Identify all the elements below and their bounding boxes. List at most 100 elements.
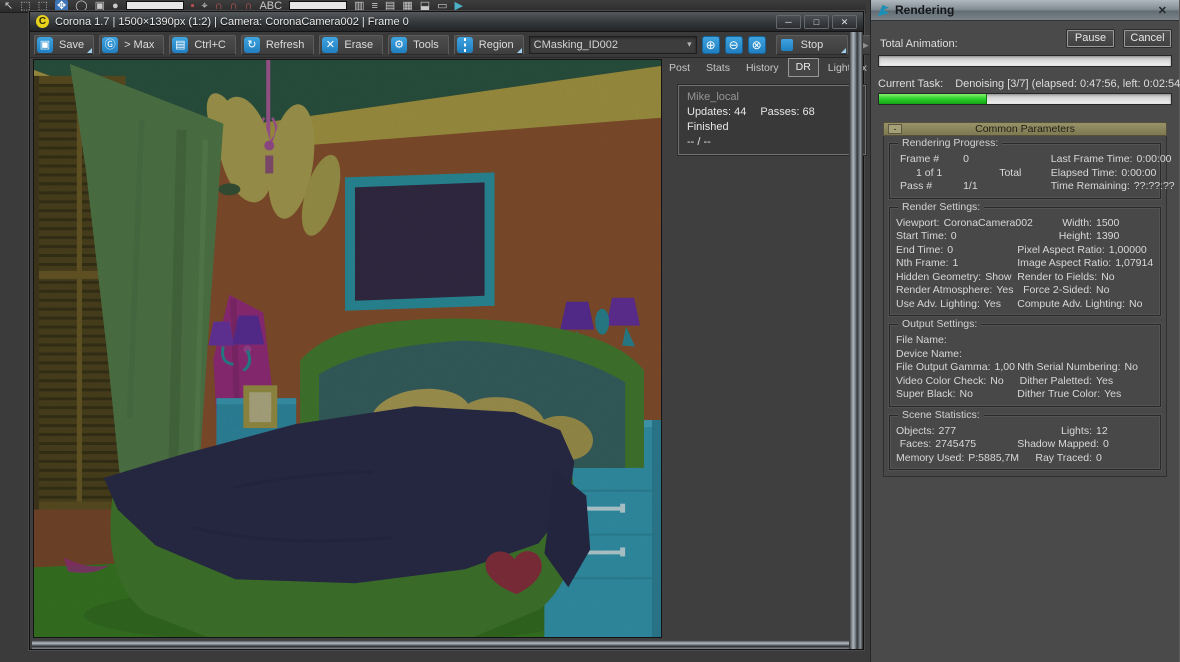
layer-manager-icon[interactable]: ▤ bbox=[385, 0, 395, 12]
end-time-value: 0 bbox=[947, 243, 954, 256]
lasso-select-icon[interactable]: ⬚ bbox=[38, 0, 48, 12]
render-atmosphere-label: Render Atmosphere: bbox=[896, 284, 993, 296]
current-task-label: Current Task: bbox=[878, 78, 944, 90]
close-button[interactable]: ✕ bbox=[832, 14, 857, 29]
render-to-fields-label: Render to Fields: bbox=[1017, 270, 1098, 283]
save-button[interactable]: ▣ Save bbox=[34, 34, 95, 55]
lights-label: Lights: bbox=[1061, 424, 1092, 437]
use-adv-lighting-label: Use Adv. Lighting: bbox=[896, 297, 980, 310]
dither-paletted-label: Dither Paletted: bbox=[1019, 374, 1092, 387]
to-max-label: > Max bbox=[124, 38, 155, 51]
angle-snap-icon[interactable]: ∩ bbox=[230, 0, 238, 12]
total-animation-label: Total Animation: bbox=[880, 38, 958, 50]
named-selection-field[interactable] bbox=[289, 1, 348, 10]
common-parameters-header[interactable]: - Common Parameters bbox=[883, 122, 1167, 136]
force-2sided-label: Force 2-Sided: bbox=[1023, 284, 1092, 296]
pass-label: Pass # bbox=[900, 180, 933, 192]
select-region-icon[interactable]: ⬚ bbox=[20, 0, 30, 12]
hidden-geometry-label: Hidden Geometry: bbox=[896, 270, 982, 283]
refresh-button[interactable]: ↻ Refresh bbox=[240, 34, 315, 55]
minimize-button[interactable]: ─ bbox=[776, 14, 801, 29]
rendering-progress-group: Rendering Progress: Frame # 0 Last Frame… bbox=[889, 137, 1175, 199]
percent-snap-icon[interactable]: ∩ bbox=[245, 0, 253, 12]
corona-vfb-window: C Corona 1.7 | 1500×1390px (1:2) | Camer… bbox=[30, 12, 929, 649]
named-selection-icon[interactable]: ABC bbox=[259, 0, 282, 12]
tab-lightmix[interactable]: LightMix bbox=[821, 60, 874, 77]
use-adv-lighting-value: Yes bbox=[983, 297, 1001, 310]
nth-serial-numbering-label: Nth Serial Numbering: bbox=[1017, 361, 1121, 373]
ray-traced-value: 0 bbox=[1095, 451, 1102, 464]
group-title: Scene Statistics: bbox=[898, 408, 984, 421]
move-icon[interactable]: ✥ bbox=[55, 0, 69, 12]
video-color-check-value: No bbox=[990, 374, 1004, 387]
refresh-icon: ↻ bbox=[243, 36, 260, 53]
render-setup-icon[interactable]: ▶ bbox=[455, 0, 463, 12]
image-aspect-value: 1,07914 bbox=[1115, 257, 1154, 269]
scale-icon[interactable]: ▣ bbox=[95, 0, 105, 12]
snap-toggle-icon[interactable]: ∩ bbox=[215, 0, 223, 12]
shadow-mapped-value: 0 bbox=[1102, 438, 1109, 450]
tab-post[interactable]: Post bbox=[662, 60, 697, 77]
reference-coordinate-field[interactable] bbox=[125, 1, 184, 10]
select-icon[interactable]: ↖ bbox=[4, 0, 13, 12]
height-value: 1390 bbox=[1095, 230, 1120, 242]
objects-label: Objects: bbox=[896, 424, 935, 437]
elapsed-time-label: Elapsed Time: bbox=[1050, 166, 1118, 179]
select-center-icon[interactable]: ⌖ bbox=[202, 0, 208, 12]
mask-channel-dropdown[interactable]: CMasking_ID002 ▾ bbox=[528, 35, 697, 54]
start-time-value: 0 bbox=[950, 230, 957, 242]
pause-button[interactable]: Pause bbox=[1067, 30, 1114, 47]
force-2sided-value: No bbox=[1095, 284, 1110, 296]
last-frame-time-value: 0:00:00 bbox=[1136, 153, 1172, 165]
align-icon[interactable]: ≡ bbox=[371, 0, 377, 12]
region-button[interactable]: Region bbox=[453, 34, 524, 55]
erase-button[interactable]: ✕ Erase bbox=[319, 34, 384, 55]
copy-label: Ctrl+C bbox=[194, 38, 226, 51]
render-image-viewport[interactable] bbox=[33, 59, 662, 638]
vfb-titlebar[interactable]: C Corona 1.7 | 1500×1390px (1:2) | Camer… bbox=[30, 12, 863, 32]
rendering-dialog-title: Rendering bbox=[895, 3, 955, 17]
window-resize-handle-right[interactable] bbox=[849, 32, 863, 649]
viewport-label: Viewport: bbox=[896, 216, 940, 229]
to-max-button[interactable]: Ⓖ > Max bbox=[99, 34, 165, 55]
memory-used-value: P:5885,7M bbox=[968, 451, 1020, 464]
material-sphere-icon[interactable]: ● bbox=[112, 0, 119, 12]
faces-label: Faces: bbox=[899, 438, 932, 450]
mirror-icon[interactable]: ▥ bbox=[354, 0, 364, 12]
schematic-view-icon[interactable]: ▭ bbox=[437, 0, 447, 12]
bedroom-mask-render bbox=[34, 60, 661, 637]
width-value: 1500 bbox=[1095, 216, 1120, 229]
stop-button[interactable]: Stop bbox=[775, 34, 848, 55]
window-resize-handle-bottom[interactable] bbox=[32, 640, 849, 649]
curve-editor-icon[interactable]: ⬓ bbox=[420, 0, 430, 12]
pivot-icon[interactable]: ▪ bbox=[191, 0, 195, 12]
tools-button[interactable]: ⚙ Tools bbox=[388, 34, 449, 55]
passes-count: Passes: 68 bbox=[760, 106, 815, 118]
max-logo-icon bbox=[877, 4, 890, 16]
elapsed-time-value: 0:00:00 bbox=[1121, 166, 1157, 179]
rendering-dialog-titlebar[interactable]: Rendering ✕ bbox=[871, 0, 1179, 21]
zoom-out-button[interactable]: ⊖ bbox=[724, 35, 743, 54]
tab-stats[interactable]: Stats bbox=[699, 60, 737, 77]
cancel-button[interactable]: Cancel bbox=[1124, 30, 1171, 47]
collapse-icon[interactable]: - bbox=[888, 124, 902, 134]
zoom-reset-button[interactable]: ⊗ bbox=[747, 35, 766, 54]
maximize-button[interactable]: □ bbox=[804, 14, 829, 29]
rotate-icon[interactable]: ◯ bbox=[75, 0, 87, 12]
close-icon[interactable]: ✕ bbox=[1152, 4, 1173, 17]
refresh-label: Refresh bbox=[265, 38, 305, 51]
dither-paletted-value: Yes bbox=[1095, 374, 1114, 387]
vfb-toolbar: ▣ Save Ⓖ > Max ▤ Ctrl+C ↻ Refresh ✕ Eras… bbox=[30, 32, 929, 58]
compute-adv-lighting-label: Compute Adv. Lighting: bbox=[1017, 297, 1126, 310]
pixel-aspect-value: 1,00000 bbox=[1108, 243, 1147, 256]
zoom-in-button[interactable]: ⊕ bbox=[701, 35, 720, 54]
total-animation-progressbar bbox=[878, 55, 1172, 67]
pixel-aspect-label: Pixel Aspect Ratio: bbox=[1017, 243, 1105, 256]
tab-dr[interactable]: DR bbox=[787, 58, 819, 77]
tab-history[interactable]: History bbox=[739, 60, 786, 77]
copy-button[interactable]: ▤ Ctrl+C bbox=[169, 34, 236, 55]
vfb-client-area: Post Stats History DR LightMix Mike_loca… bbox=[33, 58, 867, 638]
group-title: Rendering Progress: bbox=[898, 137, 1003, 149]
super-black-label: Super Black: bbox=[896, 388, 956, 400]
graphite-icon[interactable]: ▦ bbox=[402, 0, 412, 12]
